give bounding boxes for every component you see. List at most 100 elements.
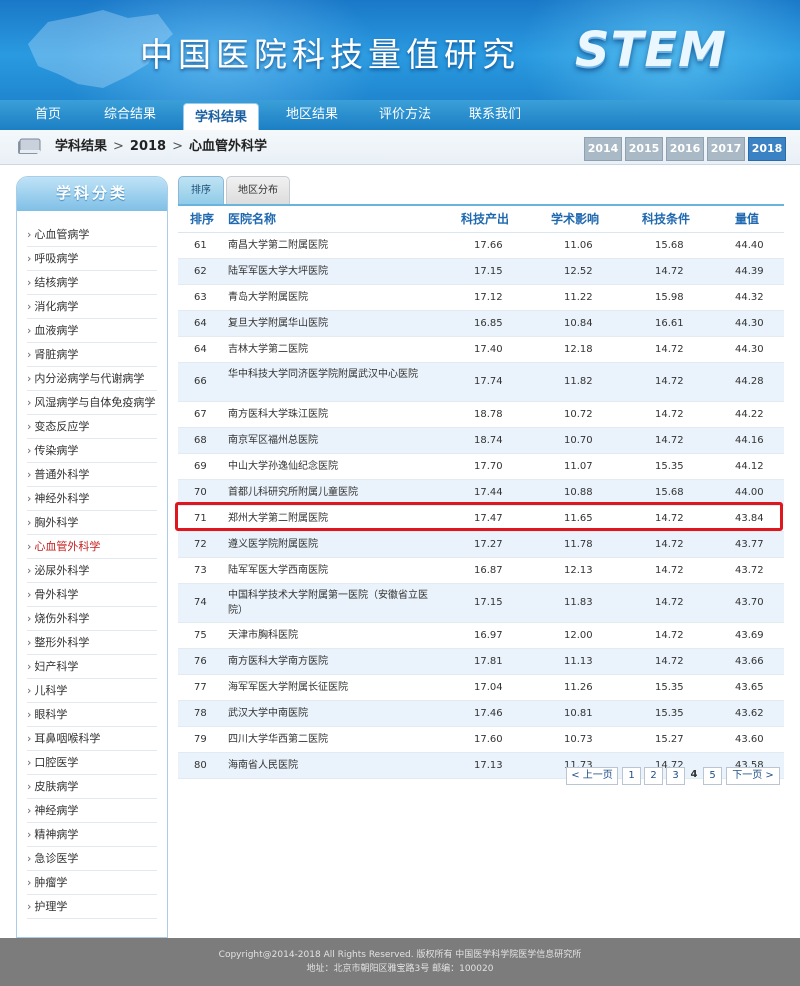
sidebar-item[interactable]: › 风湿病学与自体免疫病学 bbox=[27, 391, 157, 415]
cell-impact: 11.78 bbox=[564, 539, 593, 550]
cell-impact: 11.07 bbox=[564, 461, 593, 472]
sidebar-item[interactable]: › 传染病学 bbox=[27, 439, 157, 463]
cell-hospital-name[interactable]: 陆军军医大学大坪医院 bbox=[228, 259, 328, 284]
sidebar-item[interactable]: › 肿瘤学 bbox=[27, 871, 157, 895]
sidebar-item[interactable]: › 骨外科学 bbox=[27, 583, 157, 607]
sidebar-item[interactable]: › 整形外科学 bbox=[27, 631, 157, 655]
sidebar-item[interactable]: › 皮肤病学 bbox=[27, 775, 157, 799]
page-1-button[interactable]: 1 bbox=[622, 767, 641, 785]
next-page-button[interactable]: 下一页 > bbox=[726, 767, 780, 785]
page-2-button[interactable]: 2 bbox=[644, 767, 663, 785]
sidebar-item[interactable]: › 精神病学 bbox=[27, 823, 157, 847]
prev-page-button[interactable]: < 上一页 bbox=[566, 767, 618, 785]
cell-hospital-name[interactable]: 遵义医学院附属医院 bbox=[228, 532, 318, 557]
breadcrumb-year[interactable]: 2018 bbox=[130, 139, 166, 154]
sidebar-item[interactable]: › 急诊医学 bbox=[27, 847, 157, 871]
sidebar-item[interactable]: › 耳鼻咽喉科学 bbox=[27, 727, 157, 751]
cell-conditions: 14.72 bbox=[655, 597, 684, 608]
cell-conditions: 14.72 bbox=[655, 539, 684, 550]
sidebar-item[interactable]: › 结核病学 bbox=[27, 271, 157, 295]
cell-hospital-name[interactable]: 首都儿科研究所附属儿童医院 bbox=[228, 480, 358, 505]
table-row: 74 中国科学技术大学附属第一医院（安徽省立医院） 17.15 11.83 14.72 4… bbox=[178, 584, 784, 623]
sidebar-item[interactable]: › 消化病学 bbox=[27, 295, 157, 319]
cell-hospital-name[interactable]: 南方医科大学珠江医院 bbox=[228, 402, 328, 427]
page-3-button[interactable]: 3 bbox=[666, 767, 685, 785]
sidebar-item[interactable]: › 变态反应学 bbox=[27, 415, 157, 439]
cell-hospital-name[interactable]: 四川大学华西第二医院 bbox=[228, 727, 328, 752]
cell-rank: 62 bbox=[194, 266, 207, 277]
nav-methods[interactable]: 评价方法 bbox=[370, 100, 440, 130]
bullet-icon: › bbox=[27, 276, 32, 289]
sidebar-item[interactable]: › 心血管外科学 bbox=[27, 535, 157, 559]
header-hospital-name: 医院名称 bbox=[228, 212, 277, 226]
year-button-2016[interactable]: 2016 bbox=[666, 137, 704, 161]
sidebar-item[interactable]: › 心血管病学 bbox=[27, 223, 157, 247]
sidebar-item[interactable]: › 血液病学 bbox=[27, 319, 157, 343]
sidebar-item-label: 妇产科学 bbox=[34, 660, 79, 673]
tab-region-distribution[interactable]: 地区分布 bbox=[226, 176, 290, 205]
year-button-2014[interactable]: 2014 bbox=[584, 137, 622, 161]
cell-rank: 73 bbox=[194, 565, 207, 576]
cell-output: 17.66 bbox=[474, 240, 503, 251]
sidebar-item-label: 变态反应学 bbox=[34, 420, 90, 433]
tab-ranking[interactable]: 排序 bbox=[178, 176, 224, 205]
cell-hospital-name[interactable]: 海南省人民医院 bbox=[228, 753, 298, 778]
nav-home[interactable]: 首页 bbox=[22, 100, 74, 130]
cell-hospital-name[interactable]: 天津市胸科医院 bbox=[228, 623, 298, 648]
sidebar-item[interactable]: › 泌尿外科学 bbox=[27, 559, 157, 583]
cell-hospital-name[interactable]: 南京军区福州总医院 bbox=[228, 428, 318, 453]
cell-hospital-name[interactable]: 吉林大学第二医院 bbox=[228, 337, 308, 362]
cell-hospital-name[interactable]: 华中科技大学同济医学院附属武汉中心医院 bbox=[228, 367, 433, 397]
cell-score: 43.66 bbox=[735, 656, 764, 667]
breadcrumb-subject-results[interactable]: 学科结果 bbox=[55, 139, 107, 154]
cell-impact: 11.65 bbox=[564, 513, 593, 524]
nav-region-results[interactable]: 地区结果 bbox=[277, 100, 347, 130]
cell-hospital-name[interactable]: 海军军医大学附属长征医院 bbox=[228, 675, 348, 700]
sidebar-item[interactable]: › 肾脏病学 bbox=[27, 343, 157, 367]
sidebar-item[interactable]: › 神经外科学 bbox=[27, 487, 157, 511]
bullet-icon: › bbox=[27, 468, 32, 481]
bullet-icon: › bbox=[27, 588, 32, 601]
sidebar-item-label: 整形外科学 bbox=[34, 636, 90, 649]
sidebar-item[interactable]: › 儿科学 bbox=[27, 679, 157, 703]
bullet-icon: › bbox=[27, 444, 32, 457]
sidebar-item[interactable]: › 神经病学 bbox=[27, 799, 157, 823]
year-button-2018[interactable]: 2018 bbox=[748, 137, 786, 161]
sidebar-item[interactable]: › 护理学 bbox=[27, 895, 157, 919]
table-body: 61 南昌大学第二附属医院 17.66 11.06 15.68 44.40 62 陆军军医大学… bbox=[178, 233, 784, 779]
sidebar-item[interactable]: › 呼吸病学 bbox=[27, 247, 157, 271]
nav-overall-results[interactable]: 综合结果 bbox=[95, 100, 165, 130]
cell-hospital-name[interactable]: 武汉大学中南医院 bbox=[228, 701, 308, 726]
cell-hospital-name[interactable]: 中山大学孙逸仙纪念医院 bbox=[228, 454, 338, 479]
cell-hospital-name[interactable]: 陆军军医大学西南医院 bbox=[228, 558, 328, 583]
sidebar-item[interactable]: › 眼科学 bbox=[27, 703, 157, 727]
cell-output: 17.47 bbox=[474, 513, 503, 524]
table-row: 64 吉林大学第二医院 17.40 12.18 14.72 44.30 bbox=[178, 337, 784, 363]
sidebar-item[interactable]: › 口腔医学 bbox=[27, 751, 157, 775]
cell-impact: 10.73 bbox=[564, 734, 593, 745]
nav-contact[interactable]: 联系我们 bbox=[460, 100, 530, 130]
page-5-button[interactable]: 5 bbox=[703, 767, 722, 785]
year-button-2017[interactable]: 2017 bbox=[707, 137, 745, 161]
sidebar-item[interactable]: › 妇产科学 bbox=[27, 655, 157, 679]
cell-hospital-name[interactable]: 南方医科大学南方医院 bbox=[228, 649, 328, 674]
sidebar-item-label: 传染病学 bbox=[34, 444, 79, 457]
bullet-icon: › bbox=[27, 540, 32, 553]
cell-hospital-name[interactable]: 南昌大学第二附属医院 bbox=[228, 233, 328, 258]
site-banner: 中国医院科技量值研究 STEM bbox=[0, 0, 800, 100]
cell-rank: 63 bbox=[194, 292, 207, 303]
sidebar-item[interactable]: › 内分泌病学与代谢病学 bbox=[27, 367, 157, 391]
year-button-2015[interactable]: 2015 bbox=[625, 137, 663, 161]
sidebar-item[interactable]: › 烧伤外科学 bbox=[27, 607, 157, 631]
sidebar-item[interactable]: › 普通外科学 bbox=[27, 463, 157, 487]
nav-subject-results[interactable]: 学科结果 bbox=[183, 103, 259, 131]
cell-rank: 66 bbox=[194, 376, 207, 387]
bullet-icon: › bbox=[27, 228, 32, 241]
cell-hospital-name[interactable]: 郑州大学第二附属医院 bbox=[228, 506, 328, 531]
table-row: 69 中山大学孙逸仙纪念医院 17.70 11.07 15.35 44.12 bbox=[178, 454, 784, 480]
cell-hospital-name[interactable]: 复旦大学附属华山医院 bbox=[228, 311, 328, 336]
cell-hospital-name[interactable]: 中国科学技术大学附属第一医院（安徽省立医院） bbox=[228, 588, 433, 618]
cell-hospital-name[interactable]: 青岛大学附属医院 bbox=[228, 285, 308, 310]
sidebar-item[interactable]: › 胸外科学 bbox=[27, 511, 157, 535]
bullet-icon: › bbox=[27, 732, 32, 745]
